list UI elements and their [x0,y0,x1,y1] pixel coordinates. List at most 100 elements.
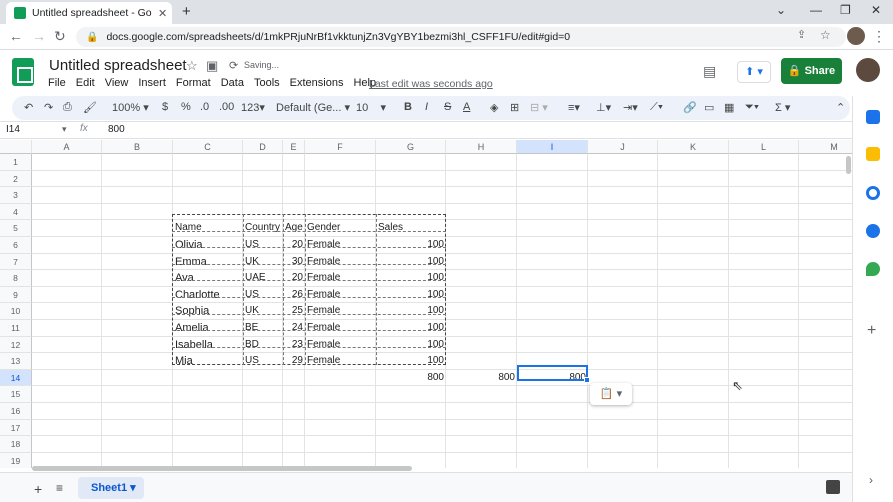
cell-g7[interactable]: 100 [376,254,446,271]
cell-g5[interactable]: Sales [376,220,446,237]
get-addons-icon[interactable]: + [867,322,876,340]
cell-e13[interactable]: 29 [283,353,305,370]
cell-d5[interactable]: Country [243,220,283,237]
cell-g12[interactable]: 100 [376,337,446,354]
cell-c5[interactable]: Name [173,220,243,237]
cell-d7[interactable]: UK [243,254,283,271]
cell-h14[interactable]: 800 [446,370,517,387]
row-header-16[interactable]: 16 [0,403,32,420]
column-header-h[interactable]: H [446,140,517,154]
document-title[interactable]: Untitled spreadsheet [49,57,187,74]
menu-data[interactable]: Data [221,77,244,89]
sheet-tab[interactable]: Sheet1 ▾ [78,477,144,499]
share-page-icon[interactable]: ⇪ [797,28,806,41]
row-header-18[interactable]: 18 [0,436,32,453]
cell-c8[interactable]: Ava [173,270,243,287]
column-header-j[interactable]: J [588,140,658,154]
menu-view[interactable]: View [105,77,129,89]
menu-insert[interactable]: Insert [138,77,166,89]
column-header-m[interactable]: M [799,140,852,154]
filter-icon[interactable]: ⏷▾ [745,101,759,114]
zoom-select[interactable]: 100% ▾ [112,101,149,114]
column-header-a[interactable]: A [32,140,102,154]
move-folder-icon[interactable]: ▣ [206,58,218,74]
share-button[interactable]: 🔒 Share [781,58,842,84]
sheets-logo-icon[interactable] [12,58,34,86]
row-header-14[interactable]: 14 [0,369,32,387]
strikethrough-button[interactable]: S [444,101,451,113]
row-header-19[interactable]: 19 [0,452,32,468]
url-input[interactable]: 🔒 docs.google.com/spreadsheets/d/1mkPRju… [76,27,846,47]
redo-icon[interactable]: ↷ [44,101,53,114]
back-icon[interactable]: ← [9,28,23,44]
close-tab-icon[interactable]: ✕ [158,7,167,20]
row-header-7[interactable]: 7 [0,253,32,271]
fill-handle[interactable] [584,377,590,383]
minimize-icon[interactable]: — [810,3,822,17]
cell-f10[interactable]: Female [305,303,376,320]
cell-e12[interactable]: 23 [283,337,305,354]
cell-g6[interactable]: 100 [376,237,446,254]
cell-g9[interactable]: 100 [376,287,446,304]
spreadsheet-grid[interactable]: ABCDEFGHIJKLM 1 2 3 4 5 6 7 8 9 10 11 12 13 14 15 16 17 1… [0,140,852,468]
cell-d6[interactable]: US [243,237,283,254]
insert-chart-icon[interactable]: ▦ [724,101,734,114]
functions-icon[interactable]: Σ ▾ [775,101,790,114]
cell-g14[interactable]: 800 [376,370,446,387]
name-box[interactable]: I14 [6,124,20,135]
print-icon[interactable]: ⎙ [63,101,72,114]
cell-f7[interactable]: Female [305,254,376,271]
cell-f12[interactable]: Female [305,337,376,354]
row-header-8[interactable]: 8 [0,270,32,287]
row-header-5[interactable]: 5 [0,220,32,237]
cell-e6[interactable]: 20 [283,237,305,254]
calendar-icon[interactable] [866,110,880,124]
cell-e8[interactable]: 20 [283,270,305,287]
row-header-4[interactable]: 4 [0,203,32,221]
row-header-2[interactable]: 2 [0,170,32,188]
text-wrapping-icon[interactable]: ⇥▾ [623,101,638,114]
contacts-icon[interactable] [866,224,880,238]
maps-icon[interactable] [866,262,880,276]
explore-icon[interactable] [826,480,840,494]
cell-c9[interactable]: Charlotte [173,287,243,304]
star-icon[interactable]: ☆ [186,58,198,74]
column-header-c[interactable]: C [173,140,243,154]
all-sheets-icon[interactable]: ≡ [56,481,63,495]
tab-search-icon[interactable]: ⌄ [776,3,786,17]
show-side-panel-icon[interactable]: › [869,473,873,487]
paint-format-icon[interactable]: 🖌 [83,101,97,114]
column-header-l[interactable]: L [729,140,799,154]
cell-c12[interactable]: Isabella [173,337,243,354]
cell-d8[interactable]: UAE [243,270,283,287]
cell-e10[interactable]: 25 [283,303,305,320]
comment-history-icon[interactable]: ▤ [703,63,716,80]
menu-tools[interactable]: Tools [254,77,280,89]
horizontal-align-icon[interactable]: ≡▾ [568,101,580,114]
reload-icon[interactable]: ↻ [54,28,66,45]
bookmark-star-icon[interactable]: ☆ [820,28,831,42]
cell-g8[interactable]: 100 [376,270,446,287]
row-header-13[interactable]: 13 [0,353,32,370]
cell-f13[interactable]: Female [305,353,376,370]
cell-d12[interactable]: BD [243,337,283,354]
restore-icon[interactable]: ❐ [840,3,851,17]
row-header-12[interactable]: 12 [0,336,32,354]
name-box-dropdown-icon[interactable]: ▾ [62,124,67,135]
insert-link-icon[interactable]: 🔗 [683,101,697,114]
column-header-d[interactable]: D [243,140,283,154]
menu-edit[interactable]: Edit [76,77,95,89]
text-color-button[interactable]: A [463,101,470,113]
cell-e7[interactable]: 30 [283,254,305,271]
more-formats-button[interactable]: 123▾ [241,101,265,114]
percent-button[interactable]: % [181,101,191,113]
font-select[interactable]: Default (Ge... ▾ [276,101,350,114]
cell-f11[interactable]: Female [305,320,376,337]
cell-d9[interactable]: US [243,287,283,304]
borders-icon[interactable]: ⊞ [510,101,519,114]
cell-d11[interactable]: BE [243,320,283,337]
cell-f8[interactable]: Female [305,270,376,287]
menu-file[interactable]: File [48,77,66,89]
vertical-align-icon[interactable]: ⊥▾ [596,101,611,114]
cell-d13[interactable]: US [243,353,283,370]
